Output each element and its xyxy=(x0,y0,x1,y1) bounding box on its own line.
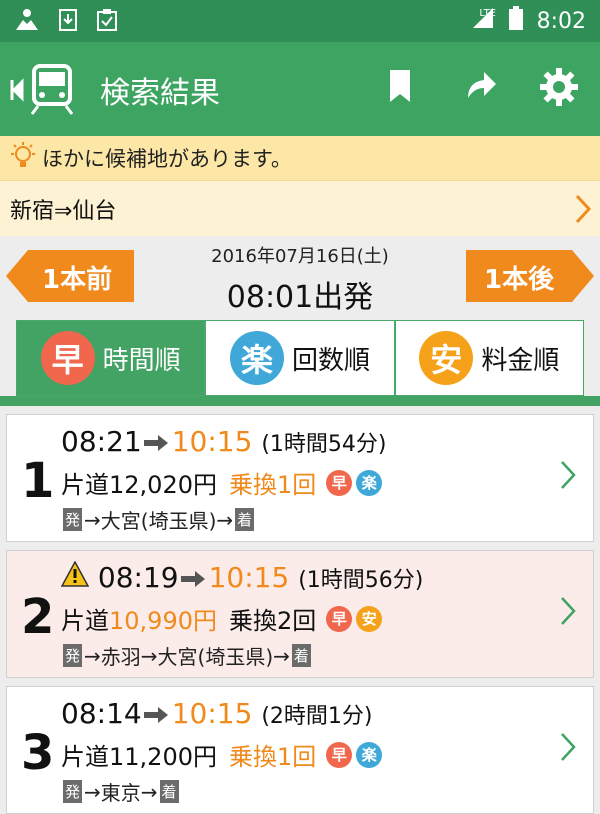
status-bar: LTE 8:02 xyxy=(0,0,600,42)
train-back-icon[interactable] xyxy=(10,62,76,120)
lightbulb-icon xyxy=(8,141,38,176)
fast-badge-icon: 早 xyxy=(40,331,95,385)
tab-fare-order[interactable]: 安 料金順 xyxy=(394,320,584,396)
arrow-right-icon xyxy=(180,563,207,596)
easy-badge-icon: 楽 xyxy=(356,741,383,768)
result-number: 2 xyxy=(21,589,55,645)
result-fare-row: 片道 12,020円 乗換1回 早 楽 xyxy=(61,465,383,500)
clock: 8:02 xyxy=(536,8,586,34)
departure-area: 1本前 2016年07月16日(土) 08:01出発 1本後 xyxy=(0,236,600,326)
arrow-right-icon xyxy=(143,699,170,732)
result-times: 08:14 10:15 (2時間1分) xyxy=(61,697,372,732)
result-fare-row: 片道 10,990円 乗換2回 早 安 xyxy=(61,601,383,636)
arrival-time: 10:15 xyxy=(208,561,290,594)
result-via: 発 → 東京 → 着 xyxy=(61,777,181,806)
result-number: 3 xyxy=(21,725,55,781)
tab-transfer-order[interactable]: 楽 回数順 xyxy=(205,320,395,396)
result-times: 08:21 10:15 (1時間54分) xyxy=(61,425,386,460)
result-card[interactable]: 3 08:14 10:15 (2時間1分) 片道 11,200円 乗換1回 早 楽 … xyxy=(6,686,594,814)
easy-badge-icon: 楽 xyxy=(356,469,383,496)
page-title: 検索結果 xyxy=(100,76,220,111)
transfer-count: 乗換2回 xyxy=(228,607,317,635)
easy-badge-icon: 楽 xyxy=(229,331,284,385)
fare-prefix: 片道 xyxy=(61,471,109,499)
duration: (2時間1分) xyxy=(261,704,373,729)
chevron-right-icon xyxy=(574,193,592,231)
result-number: 1 xyxy=(21,453,55,509)
route-row[interactable]: 新宿⇒仙台 xyxy=(0,180,600,237)
result-fare-row: 片道 11,200円 乗換1回 早 楽 xyxy=(61,737,383,772)
arrival-time: 10:15 xyxy=(171,697,253,730)
bookmark-icon[interactable] xyxy=(388,68,412,108)
next-train-button[interactable]: 1本後 xyxy=(466,250,594,302)
download-icon xyxy=(58,8,78,36)
alternative-notice: ほかに候補地があります。 xyxy=(0,136,600,180)
fast-badge-icon: 早 xyxy=(326,605,353,632)
result-via: 発 → 赤羽 → 大宮(埼玉県) → 着 xyxy=(61,641,313,670)
warning-icon xyxy=(60,560,90,594)
fare: 11,200円 xyxy=(109,743,217,771)
duration: (1時間56分) xyxy=(298,568,424,593)
share-icon[interactable] xyxy=(464,68,498,106)
result-card[interactable]: 2 08:19 10:15 (1時間56分) 片道 10,990円 乗換2回 早 安… xyxy=(6,550,594,678)
tab-label: 回数順 xyxy=(291,345,370,376)
departure-time: 08:21 xyxy=(61,425,142,458)
chevron-right-icon xyxy=(559,459,577,495)
via-station: 大宮(埼玉県) xyxy=(100,509,217,533)
app-bar: 検索結果 xyxy=(0,42,600,136)
depart-tag: 発 xyxy=(63,644,83,667)
tab-time-order[interactable]: 早 時間順 xyxy=(16,320,206,396)
gear-icon[interactable] xyxy=(540,68,578,110)
clipboard-check-icon xyxy=(96,8,118,36)
via-station: 大宮(埼玉県) xyxy=(157,645,274,669)
tab-label: 時間順 xyxy=(102,345,181,376)
departure-time: 08:14 xyxy=(61,697,142,730)
person-icon xyxy=(14,8,40,36)
chevron-right-icon xyxy=(559,595,577,631)
fare-prefix: 片道 xyxy=(61,743,109,771)
arrow-right-icon xyxy=(143,427,170,460)
tab-underline xyxy=(0,396,600,406)
transfer-count: 乗換1回 xyxy=(228,743,317,771)
result-via: 発 → 大宮(埼玉県) → 着 xyxy=(61,505,256,534)
arrive-tag: 着 xyxy=(291,644,311,667)
route-text: 新宿⇒仙台 xyxy=(10,199,117,224)
result-list: 1 08:21 10:15 (1時間54分) 片道 12,020円 乗換1回 早 楽… xyxy=(0,406,600,814)
cheap-badge-icon: 安 xyxy=(356,605,383,632)
fare-prefix: 片道 xyxy=(61,607,109,635)
duration: (1時間54分) xyxy=(261,432,387,457)
cheap-badge-icon: 安 xyxy=(419,331,474,385)
fast-badge-icon: 早 xyxy=(326,741,353,768)
transfer-count: 乗換1回 xyxy=(228,471,317,499)
arrive-tag: 着 xyxy=(235,508,255,531)
fare: 12,020円 xyxy=(109,471,217,499)
signal-icon xyxy=(471,6,495,36)
chevron-right-icon xyxy=(559,731,577,767)
via-station: 赤羽 xyxy=(100,645,141,669)
result-times: 08:19 10:15 (1時間56分) xyxy=(60,560,424,596)
fast-badge-icon: 早 xyxy=(326,469,353,496)
arrival-time: 10:15 xyxy=(171,425,253,458)
sort-tabs: 早 時間順 楽 回数順 安 料金順 xyxy=(16,320,584,396)
via-station: 東京 xyxy=(100,781,141,805)
notice-text: ほかに候補地があります。 xyxy=(42,147,292,171)
depart-tag: 発 xyxy=(63,508,83,531)
fare: 10,990円 xyxy=(109,607,217,635)
next-train-label: 1本後 xyxy=(484,265,555,295)
departure-time: 08:19 xyxy=(97,561,179,594)
battery-icon xyxy=(508,6,523,36)
result-card[interactable]: 1 08:21 10:15 (1時間54分) 片道 12,020円 乗換1回 早 楽… xyxy=(6,414,594,542)
tab-label: 料金順 xyxy=(481,345,560,376)
